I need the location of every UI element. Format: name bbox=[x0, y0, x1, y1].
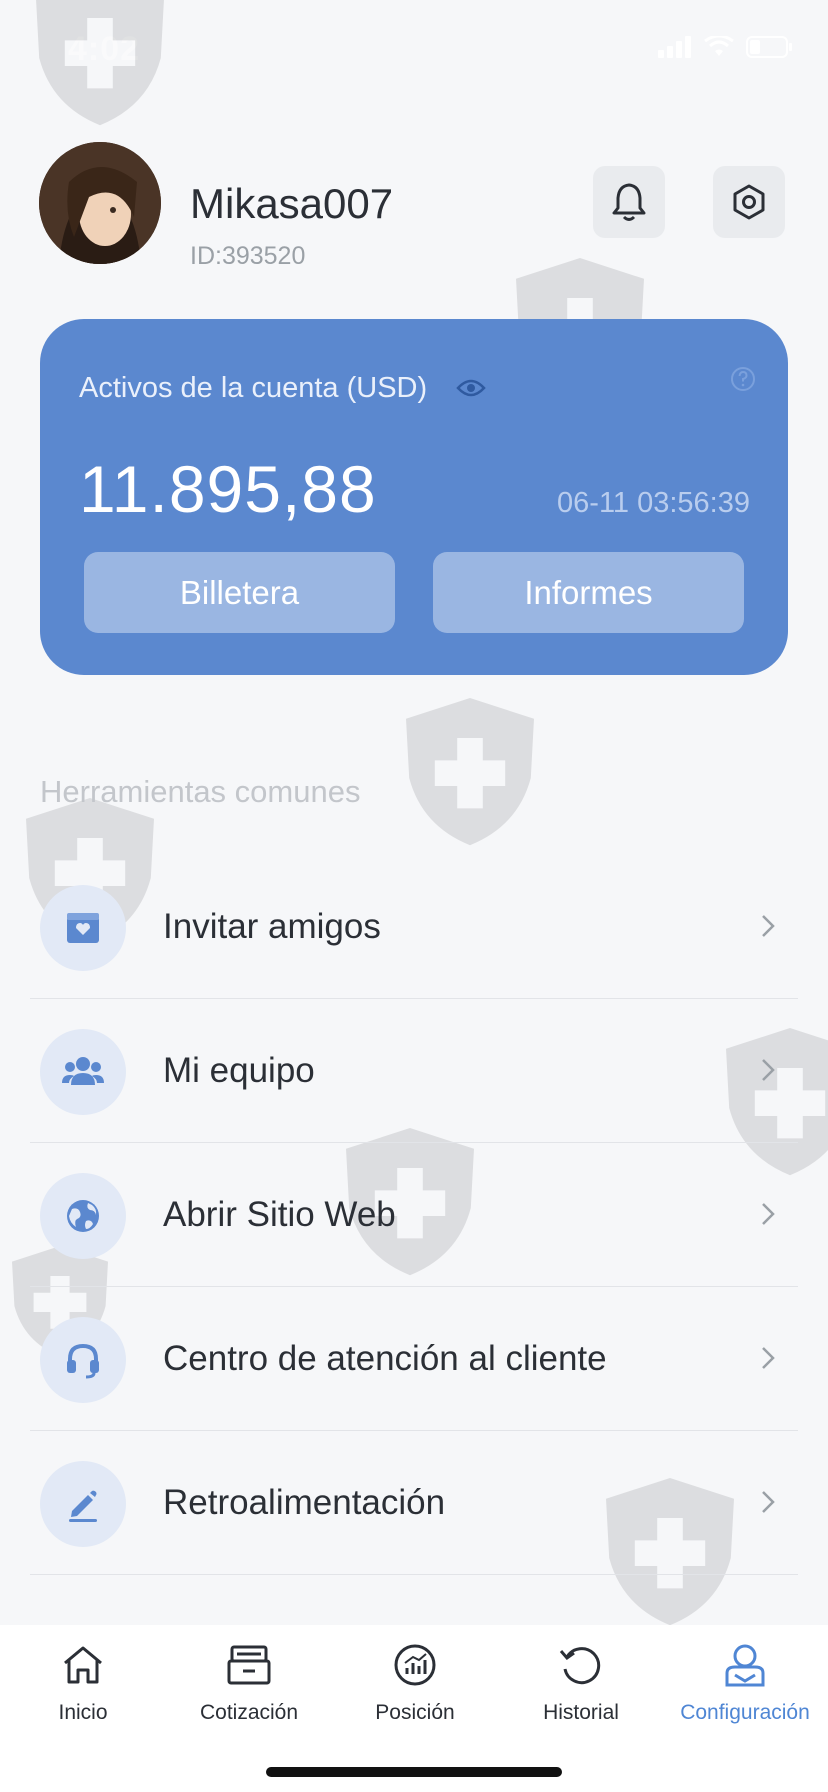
settings-hex-icon bbox=[733, 184, 765, 220]
username: Mikasa007 bbox=[190, 180, 394, 227]
account-balance: 11.895,88 bbox=[79, 452, 377, 526]
status-icons bbox=[658, 36, 794, 58]
divider bbox=[30, 1574, 798, 1575]
wallet-button[interactable]: Billetera bbox=[84, 552, 395, 633]
eye-icon[interactable] bbox=[456, 376, 486, 400]
nav-label: Posición bbox=[375, 1701, 455, 1724]
gift-card-icon bbox=[40, 885, 126, 971]
menu-item-customer-service[interactable]: Centro de atención al cliente bbox=[0, 1287, 828, 1431]
wifi-icon bbox=[704, 36, 734, 56]
nav-item-home[interactable]: Inicio bbox=[0, 1639, 166, 1739]
notifications-button[interactable] bbox=[593, 166, 665, 238]
nav-item-position[interactable]: Posición bbox=[332, 1639, 498, 1739]
settings-button[interactable] bbox=[713, 166, 785, 238]
quote-box-icon bbox=[227, 1645, 271, 1685]
watermark-shield-icon bbox=[406, 698, 534, 846]
status-bar: 4:02 bbox=[0, 0, 828, 100]
nav-label: Configuración bbox=[680, 1701, 810, 1724]
menu-item-label: Retroalimentación bbox=[163, 1483, 446, 1522]
position-chart-icon bbox=[394, 1644, 436, 1686]
avatar-image bbox=[39, 142, 161, 264]
home-indicator bbox=[266, 1767, 562, 1777]
menu-item-feedback[interactable]: Retroalimentación bbox=[0, 1431, 828, 1575]
chevron-right-icon bbox=[762, 1203, 775, 1225]
question-circle-icon[interactable] bbox=[730, 366, 756, 392]
menu-item-my-team[interactable]: Mi equipo bbox=[0, 999, 828, 1143]
status-time: 4:02 bbox=[68, 30, 141, 68]
home-icon bbox=[64, 1646, 102, 1684]
nav-item-settings[interactable]: Configuración bbox=[662, 1639, 828, 1739]
common-tools-list: Invitar amigos Mi equipo Abrir Sitio Web… bbox=[0, 855, 828, 1575]
menu-item-label: Mi equipo bbox=[163, 1051, 315, 1090]
menu-item-label: Abrir Sitio Web bbox=[163, 1195, 396, 1234]
menu-item-label: Centro de atención al cliente bbox=[163, 1339, 607, 1378]
history-icon bbox=[559, 1647, 601, 1685]
battery-icon bbox=[746, 36, 792, 58]
nav-label: Cotización bbox=[199, 1701, 299, 1724]
menu-item-label: Invitar amigos bbox=[163, 907, 381, 946]
team-icon bbox=[40, 1029, 126, 1115]
menu-item-invite-friends[interactable]: Invitar amigos bbox=[0, 855, 828, 999]
common-tools-title: Herramientas comunes bbox=[40, 774, 361, 809]
user-settings-icon bbox=[725, 1644, 765, 1687]
nav-item-quotes[interactable]: Cotización bbox=[166, 1639, 332, 1739]
chevron-right-icon bbox=[762, 1491, 775, 1513]
globe-icon bbox=[40, 1173, 126, 1259]
nav-label: Historial bbox=[543, 1701, 619, 1724]
chevron-right-icon bbox=[762, 1059, 775, 1081]
nav-label: Inicio bbox=[58, 1701, 108, 1724]
nav-item-history[interactable]: Historial bbox=[498, 1639, 664, 1739]
account-assets-card: Activos de la cuenta (USD) 11.895,88 06-… bbox=[40, 319, 788, 675]
user-id: ID:393520 bbox=[190, 242, 306, 270]
signal-icon bbox=[658, 36, 691, 58]
chevron-right-icon bbox=[762, 1347, 775, 1369]
bell-icon bbox=[612, 183, 646, 221]
account-assets-title: Activos de la cuenta (USD) bbox=[79, 372, 428, 404]
avatar[interactable] bbox=[39, 142, 161, 264]
headset-icon bbox=[40, 1317, 126, 1403]
reports-button[interactable]: Informes bbox=[433, 552, 744, 633]
pencil-icon bbox=[40, 1461, 126, 1547]
menu-item-open-website[interactable]: Abrir Sitio Web bbox=[0, 1143, 828, 1287]
chevron-right-icon bbox=[762, 915, 775, 937]
balance-timestamp: 06-11 03:56:39 bbox=[557, 487, 750, 519]
